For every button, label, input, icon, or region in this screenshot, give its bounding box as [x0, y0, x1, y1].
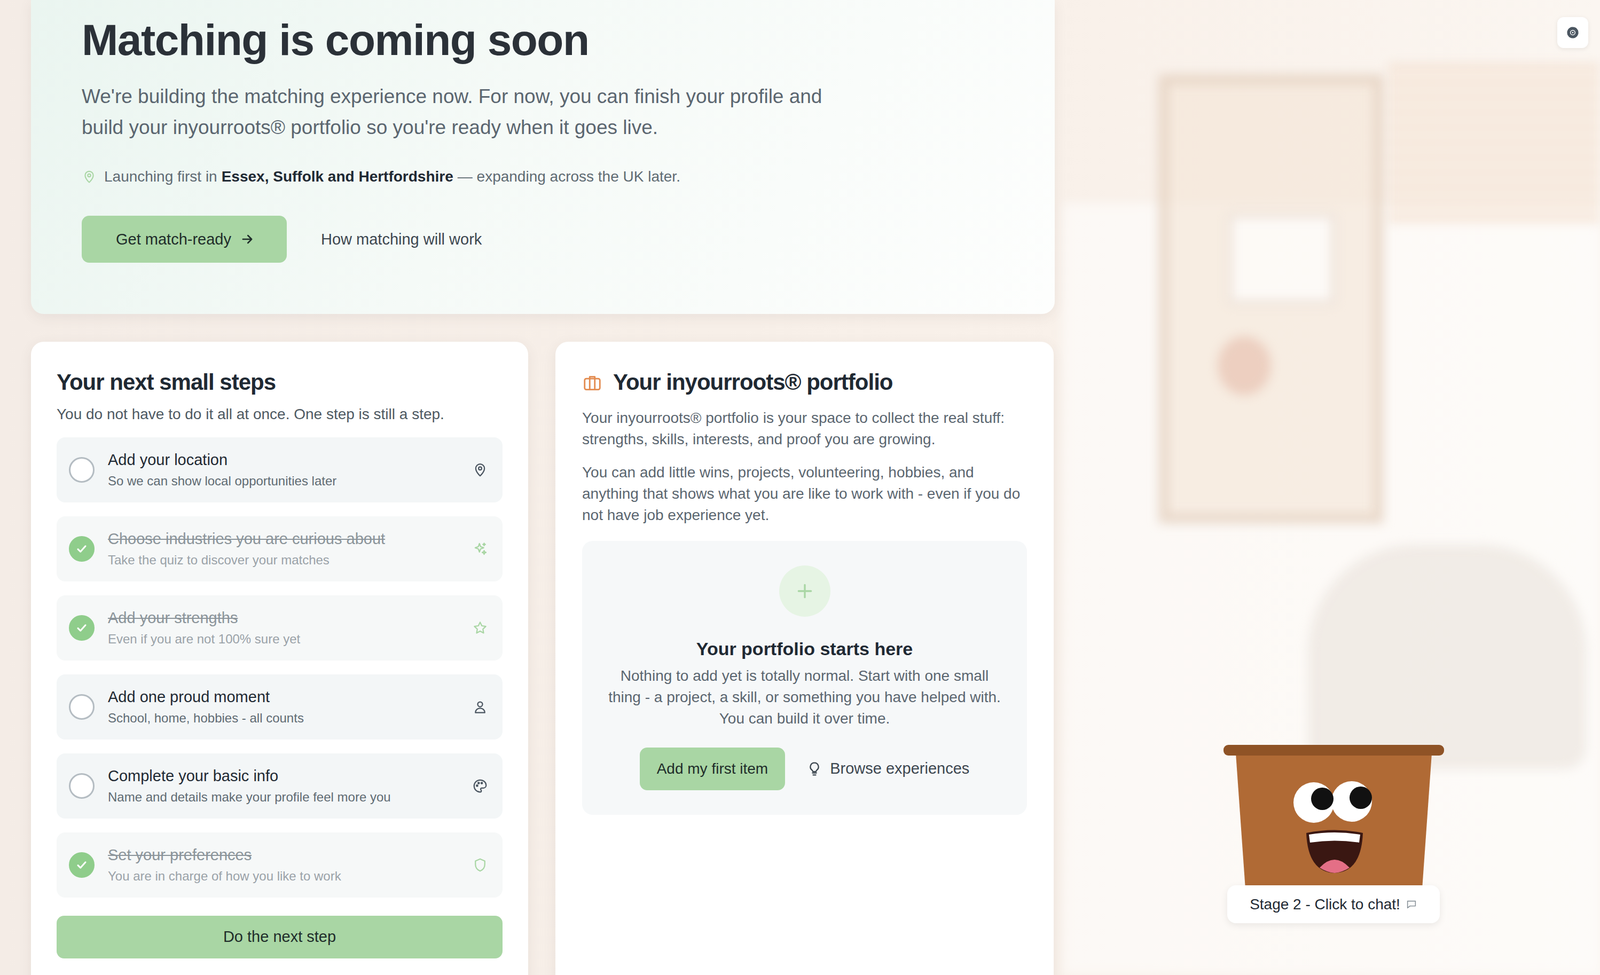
launch-location: Launching first inEssex, Suffolk and Her…	[81, 165, 1005, 188]
launch-text: Launching first inEssex, Suffolk and Her…	[104, 165, 681, 188]
next-steps-title: Your next small steps	[56, 368, 503, 397]
hero-actions: Get match-ready How matching will work	[81, 215, 1005, 263]
gear-icon	[1564, 24, 1581, 41]
location-pin-icon	[81, 169, 97, 185]
step-title: Add your strengths	[107, 608, 459, 629]
next-step-button[interactable]: Do the next step	[56, 915, 503, 959]
check-icon	[74, 857, 90, 873]
arrow-right-icon	[239, 231, 255, 247]
empty-title: Your portfolio starts here	[603, 638, 1006, 661]
settings-button[interactable]	[1557, 17, 1589, 49]
portfolio-header: Your inyourroots® portfolio	[582, 368, 1027, 397]
launch-prefix: Launching first in	[104, 168, 218, 185]
step-title: Complete your basic info	[107, 766, 459, 787]
launch-suffix: — expanding across the UK later.	[457, 168, 681, 185]
add-circle[interactable]	[779, 565, 831, 617]
briefcase-icon	[582, 372, 603, 394]
portfolio-card: Your inyourroots® portfolio Your inyourro…	[555, 341, 1054, 975]
background-chair	[1308, 544, 1587, 770]
check-icon	[74, 620, 90, 636]
step-title: Choose industries you are curious about	[107, 529, 459, 550]
empty-text: Nothing to add yet is totally normal. St…	[603, 665, 1006, 730]
check-icon	[74, 541, 90, 557]
launch-regions: Essex, Suffolk and Hertfordshire	[221, 168, 454, 185]
chat-button[interactable]: Stage 2 - Click to chat!	[1227, 885, 1440, 924]
how-matching-link[interactable]: How matching will work	[320, 228, 482, 252]
sparkle-icon	[472, 540, 489, 558]
step-subtitle: Name and details make your profile feel …	[107, 788, 459, 806]
step-text: Choose industries you are curious aboutT…	[107, 529, 459, 569]
get-match-ready-label: Get match-ready	[115, 228, 232, 252]
step-row[interactable]: Complete your basic infoName and details…	[56, 753, 503, 819]
plus-icon	[794, 580, 816, 602]
palette-icon	[472, 778, 489, 795]
lightbulb-icon	[806, 761, 823, 778]
step-checkbox[interactable]	[68, 457, 95, 483]
portfolio-title: Your inyourroots® portfolio	[613, 368, 893, 397]
step-checkbox[interactable]	[68, 773, 95, 799]
browse-experiences-link[interactable]: Browse experiences	[806, 757, 970, 781]
step-subtitle: So we can show local opportunities later	[107, 472, 459, 490]
step-text: Add one proud momentSchool, home, hobbie…	[107, 687, 459, 727]
get-match-ready-button[interactable]: Get match-ready	[81, 215, 287, 263]
step-subtitle: You are in charge of how you like to wor…	[107, 867, 459, 885]
step-text: Set your preferencesYou are in charge of…	[107, 845, 459, 885]
hero-card: Matching is coming soon We're building th…	[30, 0, 1055, 315]
step-checkbox[interactable]	[68, 694, 95, 720]
step-title: Add one proud moment	[107, 687, 459, 708]
step-checkbox[interactable]	[68, 536, 95, 562]
step-row[interactable]: Add one proud momentSchool, home, hobbie…	[56, 674, 503, 740]
hero-subtitle: We're building the matching experience n…	[81, 81, 830, 144]
steps-list: Add your locationSo we can show local op…	[56, 437, 503, 898]
hero-title: Matching is coming soon	[81, 13, 1005, 67]
step-row[interactable]: Add your locationSo we can show local op…	[56, 437, 503, 503]
step-row[interactable]: Set your preferencesYou are in charge of…	[56, 832, 503, 898]
speech-bubble-icon	[1405, 898, 1418, 911]
background-blind	[1388, 64, 1600, 225]
step-text: Add your locationSo we can show local op…	[107, 450, 459, 490]
background-shelf	[1158, 74, 1384, 524]
plant-pot-mascot-icon[interactable]	[1223, 744, 1445, 890]
step-subtitle: Even if you are not 100% sure yet	[107, 630, 459, 648]
step-checkbox[interactable]	[68, 615, 95, 641]
empty-actions: Add my first item Browse experiences	[603, 747, 1006, 791]
step-row[interactable]: Add your strengthsEven if you are not 10…	[56, 595, 503, 661]
portfolio-empty-state: Your portfolio starts here Nothing to add…	[582, 540, 1027, 815]
star-icon	[472, 620, 489, 637]
background-vase	[1217, 336, 1272, 396]
step-row[interactable]: Choose industries you are curious aboutT…	[56, 516, 503, 582]
step-checkbox[interactable]	[68, 852, 95, 878]
step-subtitle: Take the quiz to discover your matches	[107, 551, 459, 569]
step-title: Set your preferences	[107, 845, 459, 866]
location-pin-icon	[472, 461, 489, 478]
step-subtitle: School, home, hobbies - all counts	[107, 709, 459, 727]
background-frame	[1228, 213, 1336, 305]
step-text: Complete your basic infoName and details…	[107, 766, 459, 806]
step-title: Add your location	[107, 450, 459, 471]
chat-label: Stage 2 - Click to chat!	[1249, 893, 1401, 916]
portfolio-description: Your inyourroots® portfolio is your spac…	[582, 407, 1027, 451]
shield-icon	[472, 857, 489, 874]
step-text: Add your strengthsEven if you are not 10…	[107, 608, 459, 648]
person-icon	[472, 699, 489, 716]
next-steps-card: Your next small steps You do not have to …	[30, 341, 529, 975]
portfolio-description: You can add little wins, projects, volun…	[582, 461, 1027, 527]
add-first-item-button[interactable]: Add my first item	[639, 747, 786, 791]
browse-experiences-label: Browse experiences	[829, 757, 970, 781]
next-steps-subtitle: You do not have to do it all at once. On…	[56, 403, 503, 426]
